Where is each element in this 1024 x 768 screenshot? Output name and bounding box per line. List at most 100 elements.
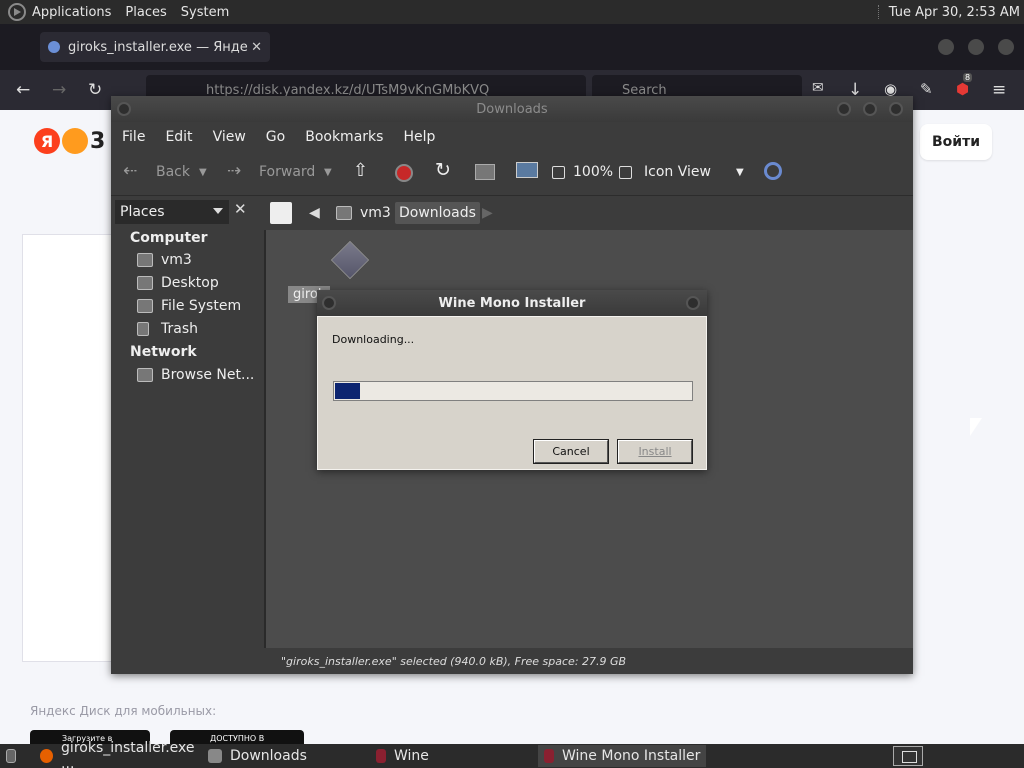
file-preview-card bbox=[22, 234, 122, 662]
forward-dropdown-icon[interactable]: ▼ bbox=[324, 167, 332, 178]
task-downloads[interactable]: Downloads bbox=[202, 745, 368, 767]
menu-bookmarks[interactable]: Bookmarks bbox=[305, 129, 383, 145]
minimize-icon[interactable] bbox=[837, 102, 851, 116]
network-icon bbox=[137, 368, 153, 382]
menu-applications[interactable]: Applications bbox=[32, 5, 111, 20]
back-button[interactable]: Back bbox=[156, 164, 190, 180]
edit-location-icon[interactable] bbox=[270, 202, 292, 224]
view-mode-dropdown-icon[interactable]: ▼ bbox=[736, 167, 744, 178]
hamburger-menu-icon[interactable]: ≡ bbox=[992, 80, 1006, 100]
stop-icon[interactable] bbox=[395, 164, 413, 182]
drive-icon bbox=[137, 299, 153, 313]
menu-file[interactable]: File bbox=[122, 129, 145, 145]
menu-edit[interactable]: Edit bbox=[165, 129, 192, 145]
sidebar-item-trash[interactable]: Trash bbox=[137, 321, 198, 337]
places-combo[interactable]: Places bbox=[115, 200, 229, 224]
login-button[interactable]: Войти bbox=[920, 124, 992, 160]
home-folder-icon bbox=[336, 206, 352, 220]
sidebar-item-vm3[interactable]: vm3 bbox=[137, 252, 192, 268]
breadcrumb-vm3[interactable]: vm3 bbox=[332, 202, 395, 224]
zoom-in-icon[interactable] bbox=[619, 166, 632, 179]
mouse-cursor-icon bbox=[970, 418, 982, 436]
menu-places[interactable]: Places bbox=[125, 5, 166, 20]
desktop-folder-icon bbox=[137, 276, 153, 290]
breadcrumb-downloads[interactable]: Downloads bbox=[395, 202, 480, 224]
top-panel: Applications Places System Tue Apr 30, 2… bbox=[0, 0, 1024, 24]
up-arrow-icon[interactable]: ⇧ bbox=[353, 160, 368, 181]
download-progress-bar bbox=[333, 381, 693, 401]
menu-help[interactable]: Help bbox=[403, 129, 435, 145]
reload-icon[interactable]: ↻ bbox=[435, 159, 451, 181]
yandex-disk-logo[interactable]: Я 3 bbox=[34, 128, 105, 154]
trash-icon bbox=[137, 322, 149, 336]
menu-system[interactable]: System bbox=[181, 5, 229, 20]
close-icon[interactable] bbox=[686, 296, 700, 310]
computer-icon[interactable] bbox=[516, 162, 538, 178]
wine-titlebar[interactable]: Wine Mono Installer bbox=[317, 290, 707, 316]
home-folder-icon bbox=[137, 253, 153, 267]
home-folder-icon[interactable] bbox=[475, 164, 495, 180]
close-sidebar-icon[interactable]: ✕ bbox=[234, 200, 247, 218]
extensions-icon[interactable]: ✎ bbox=[920, 80, 933, 98]
sidebar-item-file-system[interactable]: File System bbox=[137, 298, 241, 314]
zoom-out-icon[interactable] bbox=[552, 166, 565, 179]
sidebar-item-label: Browse Net... bbox=[161, 367, 255, 383]
menu-view[interactable]: View bbox=[213, 129, 246, 145]
minimize-icon[interactable] bbox=[938, 39, 954, 55]
forward-button[interactable]: Forward bbox=[259, 164, 315, 180]
yandex-logo-icon: Я bbox=[34, 128, 60, 154]
back-arrow-icon[interactable]: ⇠ bbox=[123, 161, 137, 181]
tab-close-icon[interactable]: ✕ bbox=[251, 40, 262, 55]
back-dropdown-icon[interactable]: ▼ bbox=[199, 167, 207, 178]
reload-icon[interactable]: ↻ bbox=[88, 80, 102, 100]
firefox-tab[interactable]: giroks_installer.exe — Янде ✕ bbox=[40, 32, 270, 62]
ublock-icon[interactable]: ⬢ bbox=[956, 80, 969, 98]
task-label: Wine bbox=[394, 748, 429, 764]
zoom-level[interactable]: 100% bbox=[573, 164, 613, 180]
firefox-icon bbox=[40, 749, 54, 763]
wine-dialog-title: Wine Mono Installer bbox=[438, 295, 586, 311]
view-mode-select[interactable]: Icon View bbox=[644, 164, 711, 180]
close-icon[interactable] bbox=[889, 102, 903, 116]
window-menu-icon[interactable] bbox=[117, 102, 131, 116]
breadcrumb-right-icon[interactable]: ▶ bbox=[478, 202, 497, 224]
downloads-titlebar[interactable]: Downloads bbox=[111, 96, 913, 122]
tab-title: giroks_installer.exe — Янде bbox=[68, 39, 248, 55]
downloads-menubar: File Edit View Go Bookmarks Help bbox=[111, 122, 913, 152]
task-wine[interactable]: Wine bbox=[370, 745, 536, 767]
menu-go[interactable]: Go bbox=[266, 129, 285, 145]
forward-arrow-icon[interactable]: → bbox=[52, 80, 66, 100]
window-menu-icon[interactable] bbox=[322, 296, 336, 310]
downloading-message: Downloading... bbox=[332, 333, 415, 346]
panel-clock[interactable]: Tue Apr 30, 2:53 AM bbox=[889, 5, 1020, 20]
downloads-title: Downloads bbox=[476, 101, 548, 117]
disk-logo-icon bbox=[62, 128, 88, 154]
close-window-icon[interactable] bbox=[998, 39, 1014, 55]
downloads-toolbar: ⇠ Back ▼ ⇢ Forward ▼ ⇧ ↻ 100% Icon View … bbox=[111, 152, 913, 196]
search-icon[interactable] bbox=[764, 162, 782, 180]
gnome-logo-icon[interactable] bbox=[8, 3, 26, 21]
path-bar: Places ✕ ◀ vm3 Downloads ▶ bbox=[111, 196, 913, 230]
status-bar: "giroks_installer.exe" selected (940.0 k… bbox=[266, 648, 913, 674]
forward-arrow-icon[interactable]: ⇢ bbox=[227, 161, 241, 181]
back-arrow-icon[interactable]: ← bbox=[16, 80, 30, 100]
task-firefox[interactable]: giroks_installer.exe ... bbox=[34, 740, 202, 768]
task-wine-mono-installer[interactable]: Wine Mono Installer bbox=[538, 745, 706, 767]
pocket-icon[interactable]: ✉ bbox=[812, 80, 824, 96]
maximize-icon[interactable] bbox=[863, 102, 877, 116]
sidebar-item-desktop[interactable]: Desktop bbox=[137, 275, 219, 291]
task-label: Downloads bbox=[230, 748, 307, 764]
task-label: Wine Mono Installer bbox=[562, 748, 701, 764]
sidebar-item-label: Trash bbox=[161, 321, 198, 337]
cancel-button[interactable]: Cancel bbox=[533, 439, 609, 464]
chevron-down-icon bbox=[213, 208, 223, 214]
install-button[interactable]: Install bbox=[617, 439, 693, 464]
breadcrumb-left-icon[interactable]: ◀ bbox=[305, 202, 324, 224]
download-progress-fill bbox=[335, 383, 360, 399]
sidebar-item-browse-network[interactable]: Browse Net... bbox=[137, 367, 254, 383]
show-desktop-left-icon[interactable] bbox=[0, 745, 24, 767]
maximize-icon[interactable] bbox=[968, 39, 984, 55]
workspace-switcher-icon[interactable] bbox=[893, 746, 923, 766]
executable-file-icon[interactable] bbox=[330, 240, 370, 280]
breadcrumb-vm3-label: vm3 bbox=[360, 205, 391, 221]
